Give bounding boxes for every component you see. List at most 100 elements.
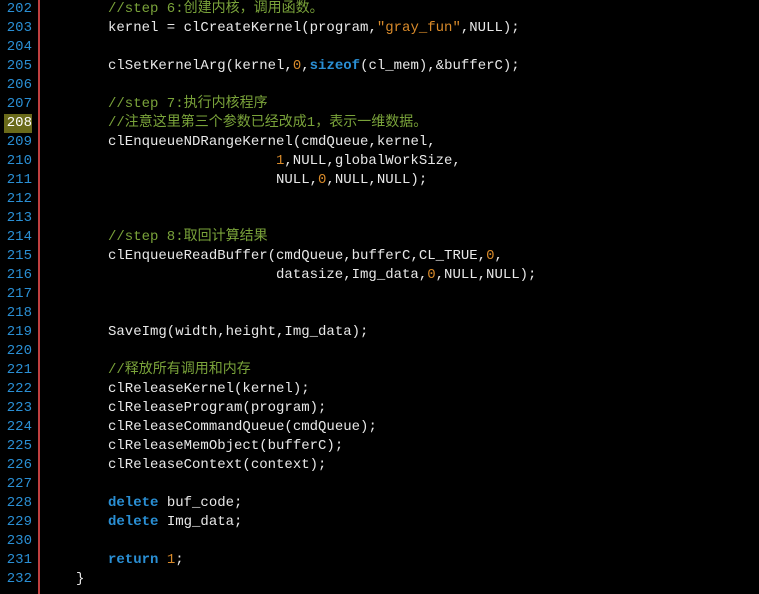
line-number: 226 — [4, 456, 32, 475]
code-token: Img_data; — [158, 514, 242, 530]
line-number: 221 — [4, 361, 32, 380]
code-token: clReleaseCommandQueue(cmdQueue); — [108, 419, 377, 435]
code-token: 0 — [427, 267, 435, 283]
line-number: 217 — [4, 285, 32, 304]
line-number: 230 — [4, 532, 32, 551]
line-number: 228 — [4, 494, 32, 513]
code-token: //step 8:取回计算结果 — [108, 229, 268, 245]
line-number: 223 — [4, 399, 32, 418]
code-token: //释放所有调用和内存 — [108, 362, 251, 378]
code-line[interactable] — [44, 475, 536, 494]
line-number: 202 — [4, 0, 32, 19]
code-token: clReleaseKernel(kernel); — [108, 381, 310, 397]
code-line[interactable] — [44, 190, 536, 209]
code-token: SaveImg(width,height,Img_data); — [108, 324, 368, 340]
code-token: clSetKernelArg(kernel, — [108, 58, 293, 74]
line-number: 211 — [4, 171, 32, 190]
code-line[interactable]: //释放所有调用和内存 — [44, 361, 536, 380]
code-line[interactable] — [44, 532, 536, 551]
line-number: 216 — [4, 266, 32, 285]
line-number: 209 — [4, 133, 32, 152]
line-number: 229 — [4, 513, 32, 532]
code-line[interactable]: clReleaseKernel(kernel); — [44, 380, 536, 399]
code-token: clEnqueueNDRangeKernel(cmdQueue,kernel, — [108, 134, 436, 150]
line-number: 204 — [4, 38, 32, 57]
line-number: 231 — [4, 551, 32, 570]
line-number: 227 — [4, 475, 32, 494]
code-line[interactable]: delete buf_code; — [44, 494, 536, 513]
code-token: ,NULL); — [461, 20, 520, 36]
code-token: , — [301, 58, 309, 74]
code-line[interactable]: NULL,0,NULL,NULL); — [44, 171, 536, 190]
code-line[interactable]: //step 6:创建内核，调用函数。 — [44, 0, 536, 19]
line-number: 214 — [4, 228, 32, 247]
line-number: 207 — [4, 95, 32, 114]
line-number: 203 — [4, 19, 32, 38]
line-number: 225 — [4, 437, 32, 456]
line-number: 224 — [4, 418, 32, 437]
code-area[interactable]: //step 6:创建内核，调用函数。 kernel = clCreateKern… — [40, 0, 536, 594]
code-line[interactable]: clReleaseMemObject(bufferC); — [44, 437, 536, 456]
code-line[interactable] — [44, 76, 536, 95]
code-token: NULL, — [276, 172, 318, 188]
code-line[interactable]: clEnqueueReadBuffer(cmdQueue,bufferC,CL_… — [44, 247, 536, 266]
code-token: , — [494, 248, 502, 264]
code-token: ,NULL,NULL); — [436, 267, 537, 283]
line-number: 215 — [4, 247, 32, 266]
code-token: //注意这里第三个参数已经改成1，表示一维数据。 — [108, 115, 427, 131]
code-line[interactable]: //step 7:执行内核程序 — [44, 95, 536, 114]
code-line[interactable] — [44, 304, 536, 323]
line-number: 232 — [4, 570, 32, 589]
code-token: delete — [108, 495, 158, 511]
code-line[interactable]: clSetKernelArg(kernel,0,sizeof(cl_mem),&… — [44, 57, 536, 76]
code-token: clReleaseMemObject(bufferC); — [108, 438, 343, 454]
line-number: 212 — [4, 190, 32, 209]
code-line[interactable]: kernel = clCreateKernel(program,"gray_fu… — [44, 19, 536, 38]
line-number-gutter: 2022032042052062072082092102112122132142… — [0, 0, 38, 594]
code-line[interactable]: delete Img_data; — [44, 513, 536, 532]
code-token: //step 6:创建内核，调用函数。 — [108, 1, 324, 17]
code-line[interactable]: clReleaseContext(context); — [44, 456, 536, 475]
line-number: 219 — [4, 323, 32, 342]
code-line[interactable] — [44, 209, 536, 228]
code-token: buf_code; — [158, 495, 242, 511]
code-line[interactable]: datasize,Img_data,0,NULL,NULL); — [44, 266, 536, 285]
code-line[interactable]: //step 8:取回计算结果 — [44, 228, 536, 247]
code-token: clReleaseContext(context); — [108, 457, 326, 473]
code-line[interactable]: return 1; — [44, 551, 536, 570]
code-token: "gray_fun" — [377, 20, 461, 36]
code-token: kernel = clCreateKernel(program, — [108, 20, 377, 36]
code-token: ,NULL,globalWorkSize, — [284, 153, 460, 169]
code-token: delete — [108, 514, 158, 530]
code-token: datasize,Img_data, — [276, 267, 427, 283]
code-token — [158, 552, 166, 568]
code-line[interactable]: //注意这里第三个参数已经改成1，表示一维数据。 — [44, 114, 536, 133]
code-token: 1 — [167, 552, 175, 568]
line-number: 218 — [4, 304, 32, 323]
code-token: ; — [175, 552, 183, 568]
code-token: return — [108, 552, 158, 568]
line-number: 222 — [4, 380, 32, 399]
code-token: 0 — [293, 58, 301, 74]
line-number: 210 — [4, 152, 32, 171]
code-line[interactable] — [44, 38, 536, 57]
code-token: } — [76, 571, 84, 587]
code-token: sizeof — [310, 58, 360, 74]
code-line[interactable]: 1,NULL,globalWorkSize, — [44, 152, 536, 171]
code-token: clEnqueueReadBuffer(cmdQueue,bufferC,CL_… — [108, 248, 486, 264]
code-line[interactable]: clReleaseCommandQueue(cmdQueue); — [44, 418, 536, 437]
code-token: clReleaseProgram(program); — [108, 400, 326, 416]
code-token: //step 7:执行内核程序 — [108, 96, 268, 112]
code-line[interactable]: clEnqueueNDRangeKernel(cmdQueue,kernel, — [44, 133, 536, 152]
code-token: ,NULL,NULL); — [326, 172, 427, 188]
code-line[interactable]: } — [44, 570, 536, 589]
line-number: 213 — [4, 209, 32, 228]
code-line[interactable]: SaveImg(width,height,Img_data); — [44, 323, 536, 342]
code-line[interactable]: clReleaseProgram(program); — [44, 399, 536, 418]
code-line[interactable] — [44, 342, 536, 361]
code-line[interactable] — [44, 285, 536, 304]
line-number: 220 — [4, 342, 32, 361]
line-number: 205 — [4, 57, 32, 76]
code-editor[interactable]: 2022032042052062072082092102112122132142… — [0, 0, 759, 594]
line-number: 208 — [4, 114, 32, 133]
